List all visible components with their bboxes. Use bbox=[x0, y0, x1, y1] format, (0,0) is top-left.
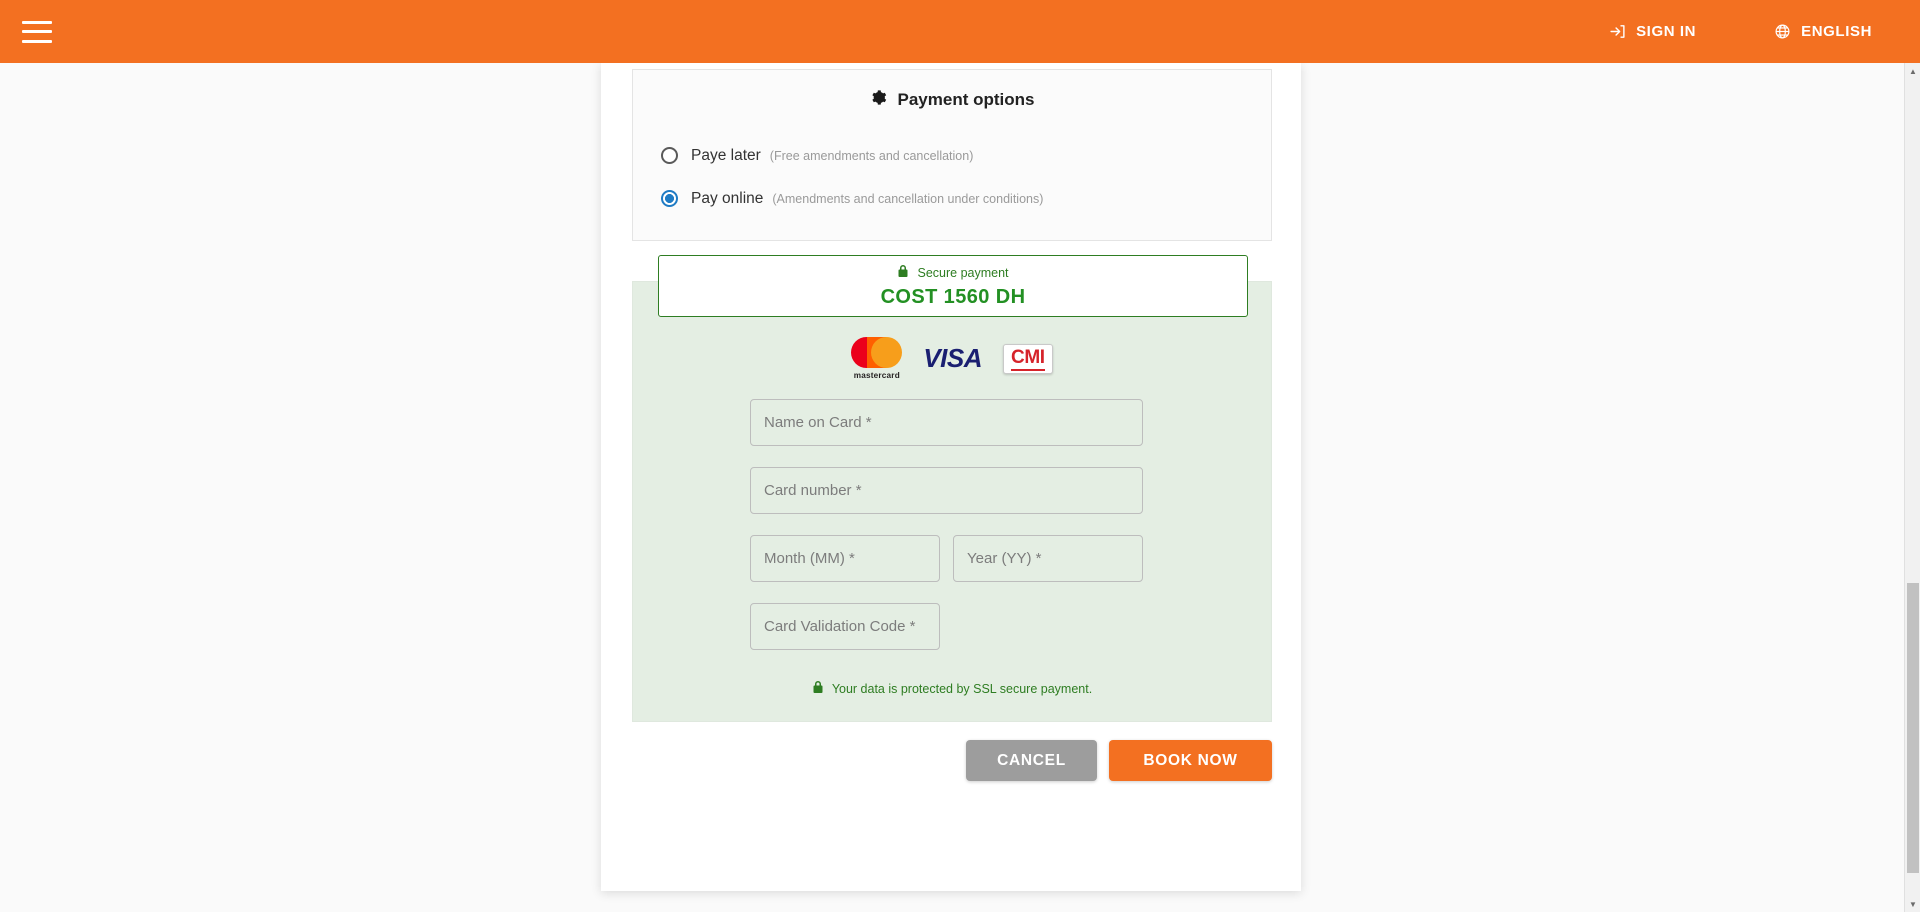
ssl-note-text: Your data is protected by SSL secure pay… bbox=[831, 681, 1093, 696]
sign-in-label: SIGN IN bbox=[1636, 23, 1697, 40]
language-selector[interactable]: ENGLISH bbox=[1774, 23, 1872, 40]
mastercard-circles bbox=[851, 337, 903, 368]
name-on-card-input[interactable] bbox=[750, 399, 1143, 446]
payment-options-title: Payment options bbox=[633, 89, 1271, 111]
secure-payment-label-row: Secure payment bbox=[659, 264, 1247, 281]
pay-later-label: Paye later bbox=[691, 146, 761, 164]
visa-logo: VISA bbox=[923, 343, 983, 373]
expiry-year-input[interactable] bbox=[953, 535, 1143, 582]
gear-icon bbox=[870, 89, 887, 111]
card-number-input[interactable] bbox=[750, 467, 1143, 514]
cmi-logo: CMI bbox=[1003, 343, 1053, 374]
language-label: ENGLISH bbox=[1801, 23, 1872, 40]
mastercard-yellow-circle bbox=[871, 337, 903, 368]
cmi-wordmark: CMI bbox=[1011, 346, 1045, 368]
card-details-fields bbox=[750, 399, 1143, 650]
payment-options-section: Payment options Paye later (Free amendme… bbox=[632, 69, 1272, 241]
cvc-row bbox=[750, 603, 1143, 650]
radio-pay-online[interactable] bbox=[661, 190, 678, 207]
radio-pay-later[interactable] bbox=[661, 147, 678, 164]
pay-online-note: (Amendments and cancellation under condi… bbox=[772, 191, 1044, 206]
mastercard-logo: mastercard bbox=[851, 337, 903, 380]
expiry-row bbox=[750, 535, 1143, 582]
scroll-down-arrow-icon[interactable]: ▼ bbox=[1905, 896, 1920, 912]
cost-amount: COST 1560 DH bbox=[880, 286, 1026, 308]
payment-option-pay-later[interactable]: Paye later (Free amendments and cancella… bbox=[661, 141, 1271, 170]
globe-icon bbox=[1774, 23, 1791, 40]
form-action-buttons: CANCEL BOOK NOW bbox=[632, 740, 1272, 781]
scrollbar-thumb[interactable] bbox=[1907, 583, 1919, 873]
scroll-up-arrow-icon[interactable]: ▲ bbox=[1905, 63, 1920, 79]
accepted-card-logos: mastercard VISA CMI bbox=[633, 337, 1271, 380]
cancel-button[interactable]: CANCEL bbox=[966, 740, 1097, 781]
payment-option-pay-online[interactable]: Pay online (Amendments and cancellation … bbox=[661, 184, 1271, 213]
payment-options-title-text: Payment options bbox=[897, 90, 1035, 109]
cmi-underline bbox=[1011, 368, 1045, 371]
sign-in-icon bbox=[1609, 23, 1626, 40]
page-scrollbar[interactable]: ▲ ▼ bbox=[1904, 63, 1920, 912]
expiry-month-input[interactable] bbox=[750, 535, 940, 582]
header-actions: SIGN IN ENGLISH bbox=[1609, 23, 1872, 40]
online-payment-form-panel: mastercard VISA CMI Your data is protect… bbox=[632, 281, 1272, 722]
secure-payment-cost-box: Secure payment COST 1560 DH bbox=[658, 255, 1248, 317]
hamburger-bar bbox=[22, 39, 52, 43]
hamburger-bar bbox=[22, 20, 52, 24]
pay-later-note: (Free amendments and cancellation) bbox=[769, 148, 974, 163]
ssl-security-note: Your data is protected by SSL secure pay… bbox=[633, 680, 1271, 697]
card-number-row bbox=[750, 467, 1143, 514]
mastercard-wordmark: mastercard bbox=[853, 371, 900, 380]
hamburger-bar bbox=[22, 30, 52, 33]
secure-payment-label: Secure payment bbox=[917, 265, 1009, 280]
lock-icon bbox=[812, 680, 824, 697]
top-header-bar: SIGN IN ENGLISH bbox=[0, 0, 1920, 63]
card-validation-code-input[interactable] bbox=[750, 603, 940, 650]
pay-online-label: Pay online bbox=[691, 189, 764, 207]
lock-icon bbox=[897, 264, 909, 281]
book-now-button[interactable]: BOOK NOW bbox=[1109, 740, 1272, 781]
hamburger-menu-icon[interactable] bbox=[22, 20, 52, 43]
sign-in-button[interactable]: SIGN IN bbox=[1609, 23, 1696, 40]
